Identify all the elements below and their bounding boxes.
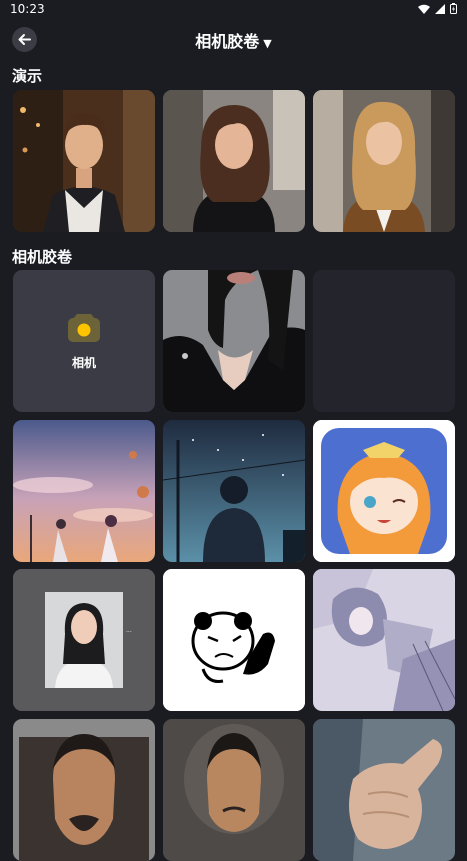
- roll-photo[interactable]: [163, 420, 305, 562]
- demo-photo[interactable]: [163, 90, 305, 232]
- status-icons: [418, 3, 457, 14]
- roll-photo[interactable]: [313, 719, 455, 861]
- roll-photo[interactable]: ···: [13, 569, 155, 711]
- roll-photo[interactable]: [313, 569, 455, 711]
- camera-label: 相机: [71, 356, 96, 370]
- roll-photo-empty[interactable]: [313, 270, 455, 412]
- roll-photo[interactable]: [163, 569, 305, 711]
- page-title: 相机胶卷: [195, 32, 260, 51]
- status-bar: 10:23: [0, 0, 467, 20]
- section-title-demo: 演示: [12, 67, 43, 85]
- signal-icon: [435, 3, 445, 14]
- section-title-camera-roll: 相机胶卷: [12, 248, 73, 266]
- battery-icon: [450, 3, 457, 14]
- caret-down-icon: ▼: [263, 37, 272, 50]
- album-selector[interactable]: 相机胶卷 ▼: [0, 28, 467, 52]
- app-header: 相机胶卷 ▼: [0, 22, 467, 56]
- camera-button[interactable]: 相机: [13, 270, 155, 412]
- demo-photo[interactable]: [313, 90, 455, 232]
- roll-photo[interactable]: [163, 719, 305, 861]
- roll-photo[interactable]: [313, 420, 455, 562]
- demo-photo[interactable]: [13, 90, 155, 232]
- roll-photo[interactable]: [163, 270, 305, 412]
- svg-text:···: ···: [126, 629, 132, 636]
- status-time: 10:23: [10, 2, 45, 16]
- roll-photo[interactable]: [13, 719, 155, 861]
- wifi-icon: [418, 4, 430, 14]
- roll-photo[interactable]: [13, 420, 155, 562]
- camera-icon: [68, 314, 100, 342]
